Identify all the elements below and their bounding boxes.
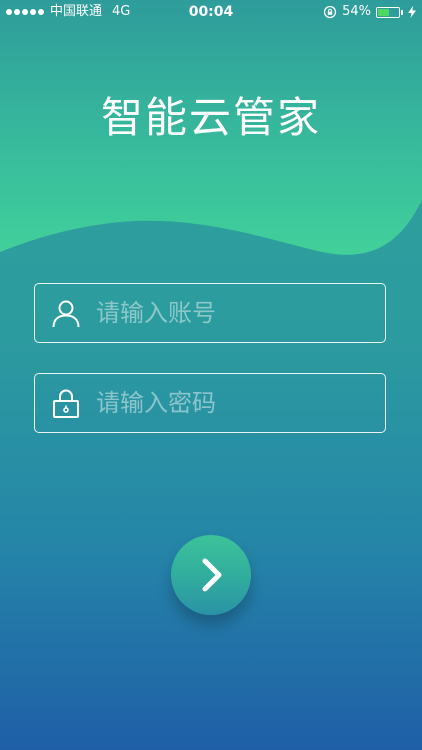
battery-cap [401,9,403,15]
username-input[interactable] [96,284,396,342]
padlock-icon [53,389,79,418]
battery-percent: 54% [342,4,371,19]
status-right: 54% [323,0,416,24]
charging-bolt-icon [408,6,416,18]
password-input[interactable] [96,374,396,432]
header-wave [0,0,422,255]
rotation-lock-icon [323,5,337,19]
battery-level-fill [378,8,389,16]
chevron-right-icon [202,558,222,592]
battery-icon [376,6,400,18]
user-icon [52,300,80,328]
app-title: 智能云管家 [100,93,321,142]
login-submit-button[interactable] [171,535,251,615]
status-bar: 中国联通 4G 00:04 54% [0,0,422,24]
password-field[interactable] [34,373,396,433]
username-field[interactable] [34,283,396,343]
